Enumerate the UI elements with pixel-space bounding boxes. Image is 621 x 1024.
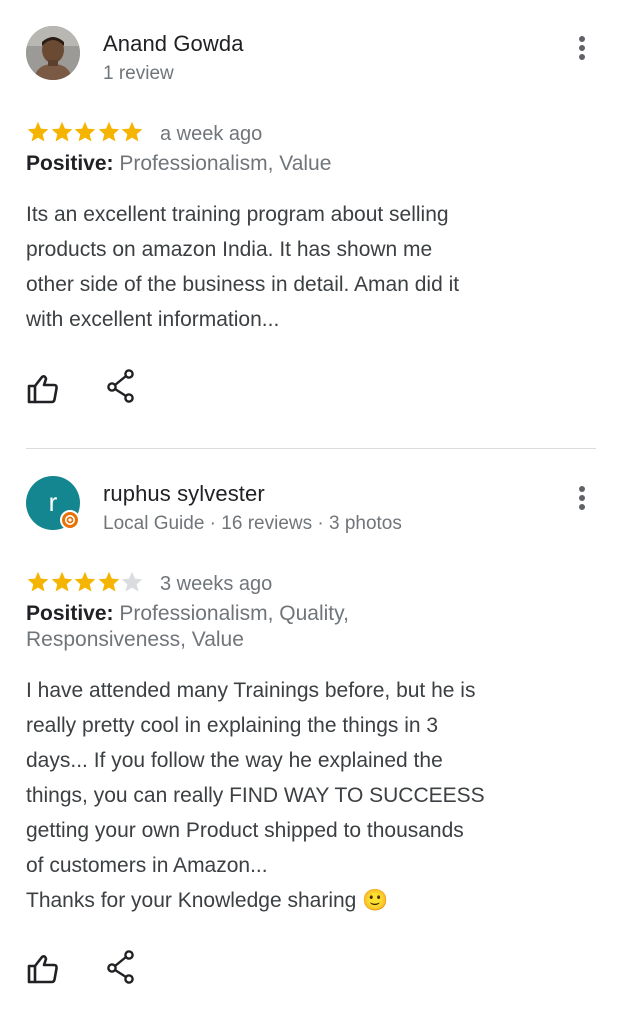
star-filled-icon xyxy=(98,121,119,142)
avatar-photo-icon xyxy=(26,26,80,80)
star-filled-icon xyxy=(27,571,49,592)
star-rating xyxy=(26,570,144,596)
review-time: a week ago xyxy=(160,123,263,145)
star-filled-icon xyxy=(27,121,49,142)
share-button[interactable] xyxy=(104,368,140,404)
star-filled-icon xyxy=(51,571,72,592)
positive-label: Positive: xyxy=(26,152,114,175)
star-empty-icon xyxy=(121,571,143,592)
star-badge-icon xyxy=(65,515,75,525)
more-options-button[interactable] xyxy=(572,484,592,512)
positive-values: Professionalism, Value xyxy=(119,152,332,175)
author-name[interactable]: Anand Gowda xyxy=(103,31,244,57)
share-icon xyxy=(107,369,134,403)
more-vert-dot xyxy=(579,504,585,510)
star-filled-icon xyxy=(98,571,119,592)
positive-label: Positive: xyxy=(26,602,114,625)
author-meta: 1 review xyxy=(103,63,174,84)
local-guide-badge-icon xyxy=(60,510,80,530)
more-vert-dot xyxy=(579,54,585,60)
thumb-up-outline-icon xyxy=(27,955,58,984)
more-vert-icon xyxy=(579,486,585,492)
star-filled-icon xyxy=(121,121,143,142)
review-text: I have attended many Trainings before, b… xyxy=(26,679,485,912)
positive-attributes: Positive: Professionalism, Quality, Resp… xyxy=(26,601,586,653)
more-vert-icon xyxy=(579,36,585,42)
review-divider xyxy=(26,448,596,449)
avatar[interactable]: r xyxy=(26,476,80,530)
share-icon xyxy=(107,950,134,984)
author-name[interactable]: ruphus sylvester xyxy=(103,481,265,507)
more-vert-dot xyxy=(579,495,585,501)
share-button[interactable] xyxy=(104,949,140,985)
more-vert-dot xyxy=(579,45,585,51)
like-button[interactable] xyxy=(25,371,61,407)
reviews-page: Anand Gowda 1 review a week ago Positive… xyxy=(0,0,621,1024)
star-filled-icon xyxy=(74,571,96,592)
star-filled-icon xyxy=(51,121,72,142)
star-filled-icon xyxy=(74,121,96,142)
thumb-up-outline-icon xyxy=(27,375,58,404)
star-rating xyxy=(26,120,144,146)
review-time: 3 weeks ago xyxy=(160,573,273,595)
more-options-button[interactable] xyxy=(572,34,592,62)
like-button[interactable] xyxy=(25,951,61,987)
review-text: Its an excellent training program about … xyxy=(26,203,460,331)
author-meta: Local Guide · 16 reviews · 3 photos xyxy=(103,513,402,534)
avatar[interactable] xyxy=(26,26,80,80)
positive-attributes: Positive: Professionalism, Value xyxy=(26,151,586,177)
